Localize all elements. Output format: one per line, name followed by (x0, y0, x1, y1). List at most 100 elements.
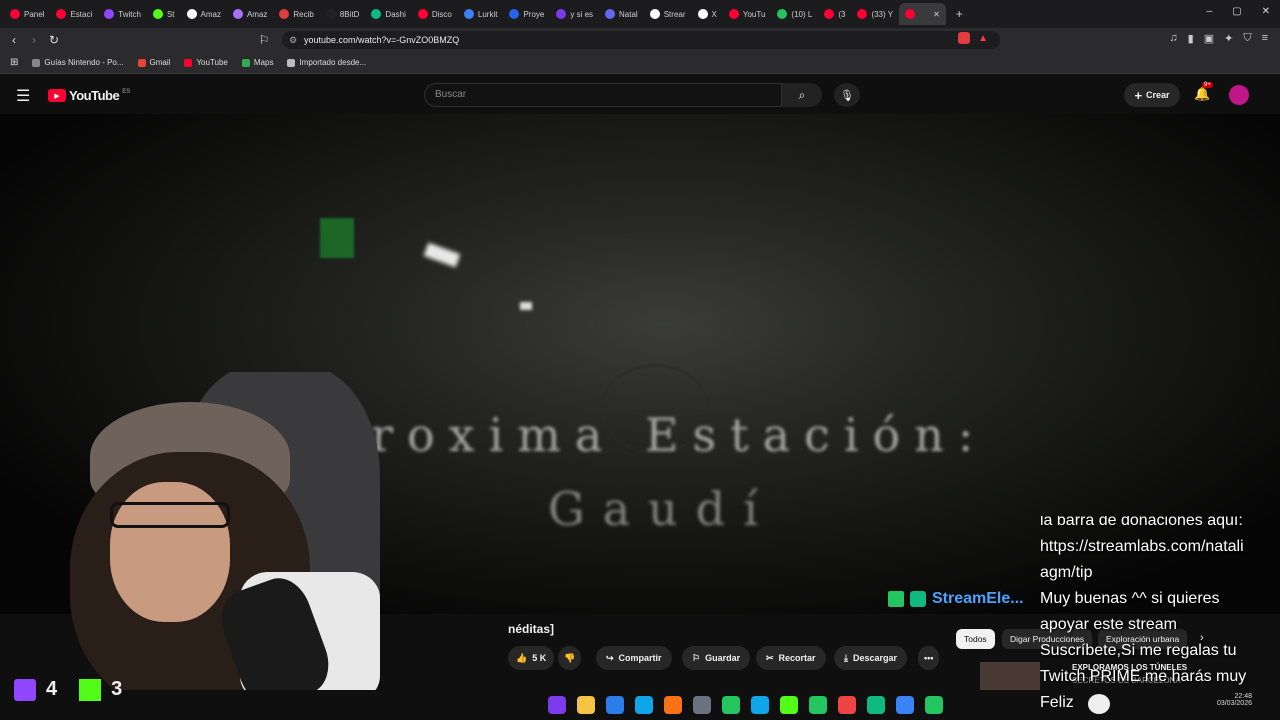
url-input[interactable]: ⚙ youtube.com/watch?v=-GnvZO0BMZQ ▲ (282, 31, 1000, 49)
tunnel-light (520, 302, 532, 310)
new-tab-icon[interactable]: + (956, 7, 963, 21)
search-icon: ⌕ (798, 87, 806, 102)
xbox-bar-icon[interactable] (925, 696, 943, 714)
browser-tab[interactable]: Dashi (365, 3, 411, 25)
tab-label: Panel (24, 9, 45, 19)
tab-favicon-icon (56, 9, 67, 19)
clip-button[interactable]: ✂ Recortar (756, 646, 826, 670)
forward-icon[interactable]: › (24, 30, 44, 50)
wallet-icon[interactable]: ▣ (1204, 32, 1214, 45)
browser-tab[interactable]: (33) Y (851, 3, 899, 25)
vscode-icon[interactable] (606, 696, 624, 714)
chip-todos[interactable]: Todos (956, 629, 995, 649)
create-button[interactable]: + Crear (1124, 83, 1180, 107)
taskbar (540, 690, 960, 720)
browser-tab[interactable]: Estaci (50, 3, 98, 25)
share-icon: ↪ (606, 652, 614, 663)
bookmark-item[interactable]: Guías Nintendo - Po... (32, 58, 124, 67)
close-window-icon[interactable]: ✕ (1262, 6, 1270, 17)
browser-tab[interactable]: Proye (503, 3, 550, 25)
close-tab-icon[interactable]: ✕ (933, 10, 940, 19)
browser-tab[interactable]: (10) L (771, 3, 818, 25)
browser-tab[interactable]: (3 (818, 3, 851, 25)
sidebar-icon[interactable]: ▮ (1188, 32, 1194, 45)
browser-tab[interactable]: Strear (644, 3, 692, 25)
hamburger-menu-icon[interactable]: ☰ (16, 86, 30, 106)
bookmarks-bar: ⊞ Guías Nintendo - Po... Gmail YouTube Maps… (0, 52, 1280, 74)
chat-line: agm/tip (1040, 564, 1093, 581)
microphone-icon: 🎙 (840, 89, 854, 102)
browser-tab[interactable]: X (692, 3, 723, 25)
brave-shield-icon[interactable] (958, 32, 970, 44)
save-button[interactable]: ⚐ Guardar (682, 646, 751, 670)
bookmark-item[interactable]: YouTube (184, 58, 228, 67)
tab-label: Estaci (70, 9, 93, 19)
tab-favicon-icon (857, 9, 868, 19)
menu-icon[interactable]: ≡ (1262, 32, 1268, 45)
bookmark-label: Guías Nintendo - Po... (44, 58, 124, 67)
media-icon[interactable]: ♫ (1169, 32, 1177, 45)
voice-search-button[interactable]: 🎙 (834, 83, 860, 107)
recommendation-thumbnail[interactable] (980, 662, 1040, 690)
browser-tab[interactable]: St (147, 3, 181, 25)
tab-label: Amaz (200, 9, 221, 19)
rewards-icon[interactable]: ▲ (978, 33, 988, 44)
apps-grid-icon[interactable]: ⊞ (10, 57, 18, 68)
store-icon[interactable] (693, 696, 711, 714)
back-icon[interactable]: ‹ (4, 30, 24, 50)
bookmark-icon[interactable]: ⚐ (254, 30, 274, 50)
streamelements-app-icon[interactable] (867, 696, 885, 714)
chat-line: Suscríbete,Si me regalas tu (1040, 642, 1237, 659)
whatsapp-icon[interactable] (722, 696, 740, 714)
avatar[interactable] (1229, 85, 1249, 105)
browser-tab[interactable]: y si es (550, 3, 599, 25)
browser-tab[interactable]: Twitch (98, 3, 147, 25)
minimize-icon[interactable]: – (1207, 6, 1213, 17)
browser-tab[interactable]: Disco (412, 3, 458, 25)
kick-app-icon[interactable] (780, 696, 798, 714)
tab-label: (33) Y (871, 9, 894, 19)
browser-tab[interactable]: Amaz (181, 3, 227, 25)
maximize-icon[interactable]: ▢ (1232, 6, 1241, 17)
file-explorer-icon[interactable] (577, 696, 595, 714)
tab-label: (3 (838, 9, 846, 19)
app-icon[interactable] (548, 696, 566, 714)
browser-tab[interactable]: YouTu (723, 3, 772, 25)
site-info-icon[interactable]: ⚙ (289, 35, 297, 46)
share-button[interactable]: ↪ Compartir (596, 646, 672, 670)
download-button[interactable]: ⤓ Descargar (834, 646, 908, 670)
bookmark-item[interactable]: Importado desde... (287, 58, 366, 67)
tab-label: y si es (570, 9, 594, 19)
browser-tab[interactable]: Panel (4, 3, 50, 25)
browser-tab[interactable]: Recib (273, 3, 319, 25)
notifications-button[interactable]: 🔔 9+ (1194, 82, 1213, 102)
dislike-button[interactable]: 👎 (558, 646, 582, 670)
stream-counters: 4 3 (14, 678, 122, 701)
vpn-icon[interactable]: ⛉ (1243, 32, 1251, 45)
browser-tab[interactable]: Lurkit (458, 3, 504, 25)
clock-time: 22:48 (1234, 693, 1252, 700)
search-input[interactable]: Buscar (424, 83, 782, 107)
download-label: Descargar (852, 653, 898, 663)
browser-tab[interactable]: Amaz (227, 3, 273, 25)
chrome-icon[interactable] (838, 696, 856, 714)
bookmark-item[interactable]: Maps (241, 58, 273, 67)
more-actions-button[interactable]: ••• (918, 646, 940, 670)
video-title-overlay-2: Gaudí (548, 482, 776, 536)
active-tab[interactable]: ✕ (899, 3, 946, 25)
reload-icon[interactable]: ↻ (44, 30, 64, 50)
xbox-icon[interactable] (809, 696, 827, 714)
edge-icon[interactable] (635, 696, 653, 714)
browser-tab[interactable]: Natal (599, 3, 644, 25)
search-button[interactable]: ⌕ (782, 83, 822, 107)
webcam-overlay (60, 372, 530, 690)
youtube-logo[interactable]: ▶ YouTube ES (48, 88, 130, 103)
obs-icon[interactable] (896, 696, 914, 714)
browser-tab[interactable]: 8BitD (320, 3, 366, 25)
telegram-icon[interactable] (751, 696, 769, 714)
bookmark-item[interactable]: Gmail (137, 58, 170, 67)
kick-icon (79, 678, 102, 701)
brave-icon[interactable] (664, 696, 682, 714)
thumbs-down-icon: 👎 (564, 652, 576, 663)
leo-icon[interactable]: ✦ (1224, 32, 1233, 45)
